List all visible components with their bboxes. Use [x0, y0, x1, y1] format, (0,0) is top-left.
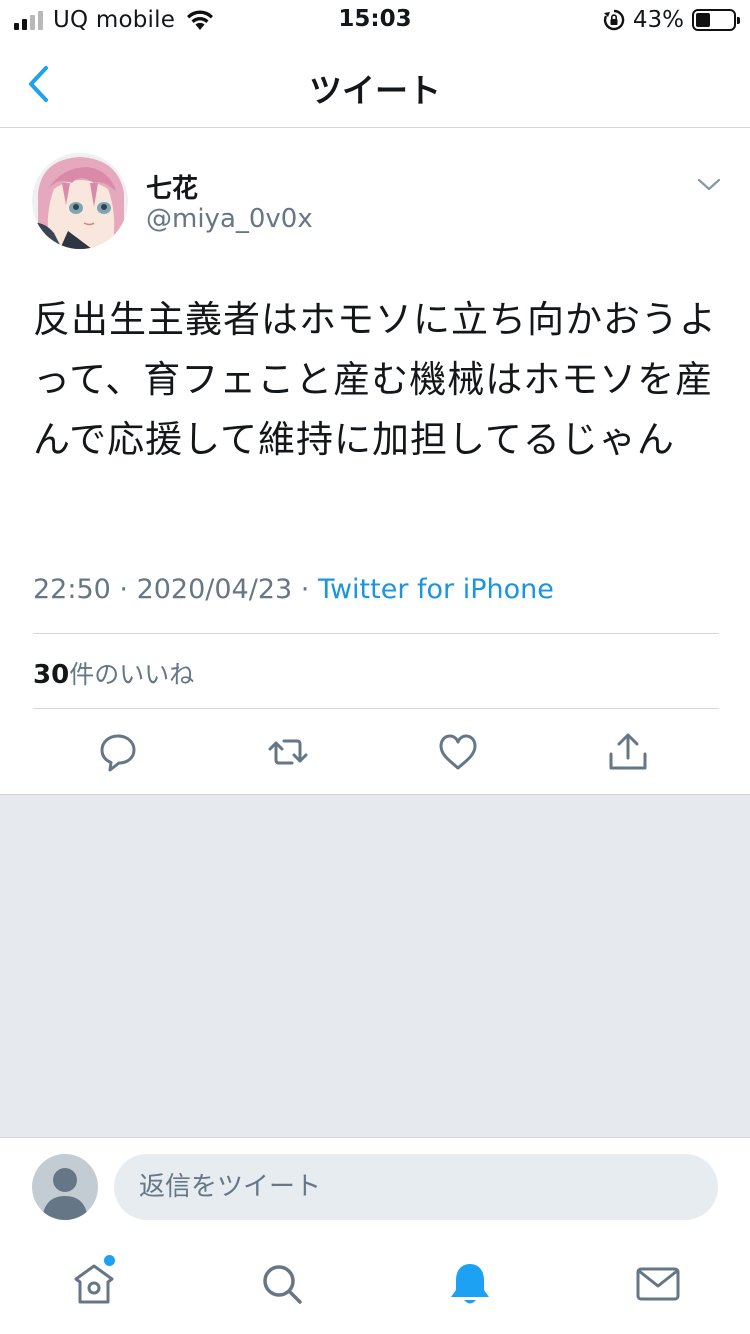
new-content-badge [104, 1255, 115, 1266]
current-user-avatar[interactable] [32, 1154, 98, 1220]
display-name[interactable]: 七花 [146, 168, 198, 205]
retweet-button[interactable] [266, 730, 310, 774]
likes-label: 件のいいね [69, 660, 195, 689]
likes-count: 30 [33, 660, 70, 690]
chevron-down-icon [697, 178, 721, 191]
empty-replies-area [0, 794, 750, 1138]
reply-button[interactable] [96, 730, 140, 774]
reply-input[interactable]: 返信をツイート [114, 1154, 718, 1220]
divider [33, 708, 719, 709]
envelope-icon [636, 1267, 680, 1301]
share-icon [609, 733, 647, 770]
tweet-time: 22:50 [33, 574, 111, 605]
more-options-button[interactable] [694, 170, 724, 200]
like-button[interactable] [436, 730, 480, 774]
tweet-meta: 22:50 · 2020/04/23 · Twitter for iPhone [33, 574, 554, 605]
home-icon [74, 1264, 114, 1304]
user-handle[interactable]: @miya_0v0x [146, 204, 313, 234]
tweet-text: 反出生主義者はホモソに立ち向かおうよって、育フェこと産む機械はホモソを産んで応援… [33, 298, 717, 461]
default-avatar-icon [42, 1168, 88, 1220]
avatar-image [32, 153, 128, 249]
likes-summary[interactable]: 30件のいいね [33, 655, 194, 691]
bell-icon [451, 1264, 489, 1304]
search-icon [263, 1265, 302, 1304]
battery-icon [692, 9, 740, 31]
tweet-actions [0, 720, 750, 794]
status-bar: UQ mobile 15:03 43% [0, 0, 750, 40]
meta-separator: · [110, 574, 137, 605]
orientation-lock-icon [603, 9, 625, 31]
retweet-icon [268, 739, 308, 765]
tab-search[interactable] [258, 1260, 306, 1308]
tweet-source-link[interactable]: Twitter for iPhone [318, 574, 554, 605]
avatar[interactable] [32, 153, 128, 249]
tab-messages[interactable] [634, 1260, 682, 1308]
heart-icon [439, 734, 477, 770]
meta-separator: · [292, 574, 318, 605]
tweet-date: 2020/04/23 [136, 574, 293, 605]
reply-icon [100, 734, 136, 772]
divider [33, 633, 719, 634]
tab-bar [0, 1240, 750, 1334]
navigation-header: ツイート [0, 40, 750, 128]
battery-percent: 43% [632, 7, 684, 33]
share-button[interactable] [606, 730, 650, 774]
tab-home[interactable] [70, 1260, 118, 1308]
page-title: ツイート [309, 71, 441, 110]
tab-notifications[interactable] [446, 1260, 494, 1308]
